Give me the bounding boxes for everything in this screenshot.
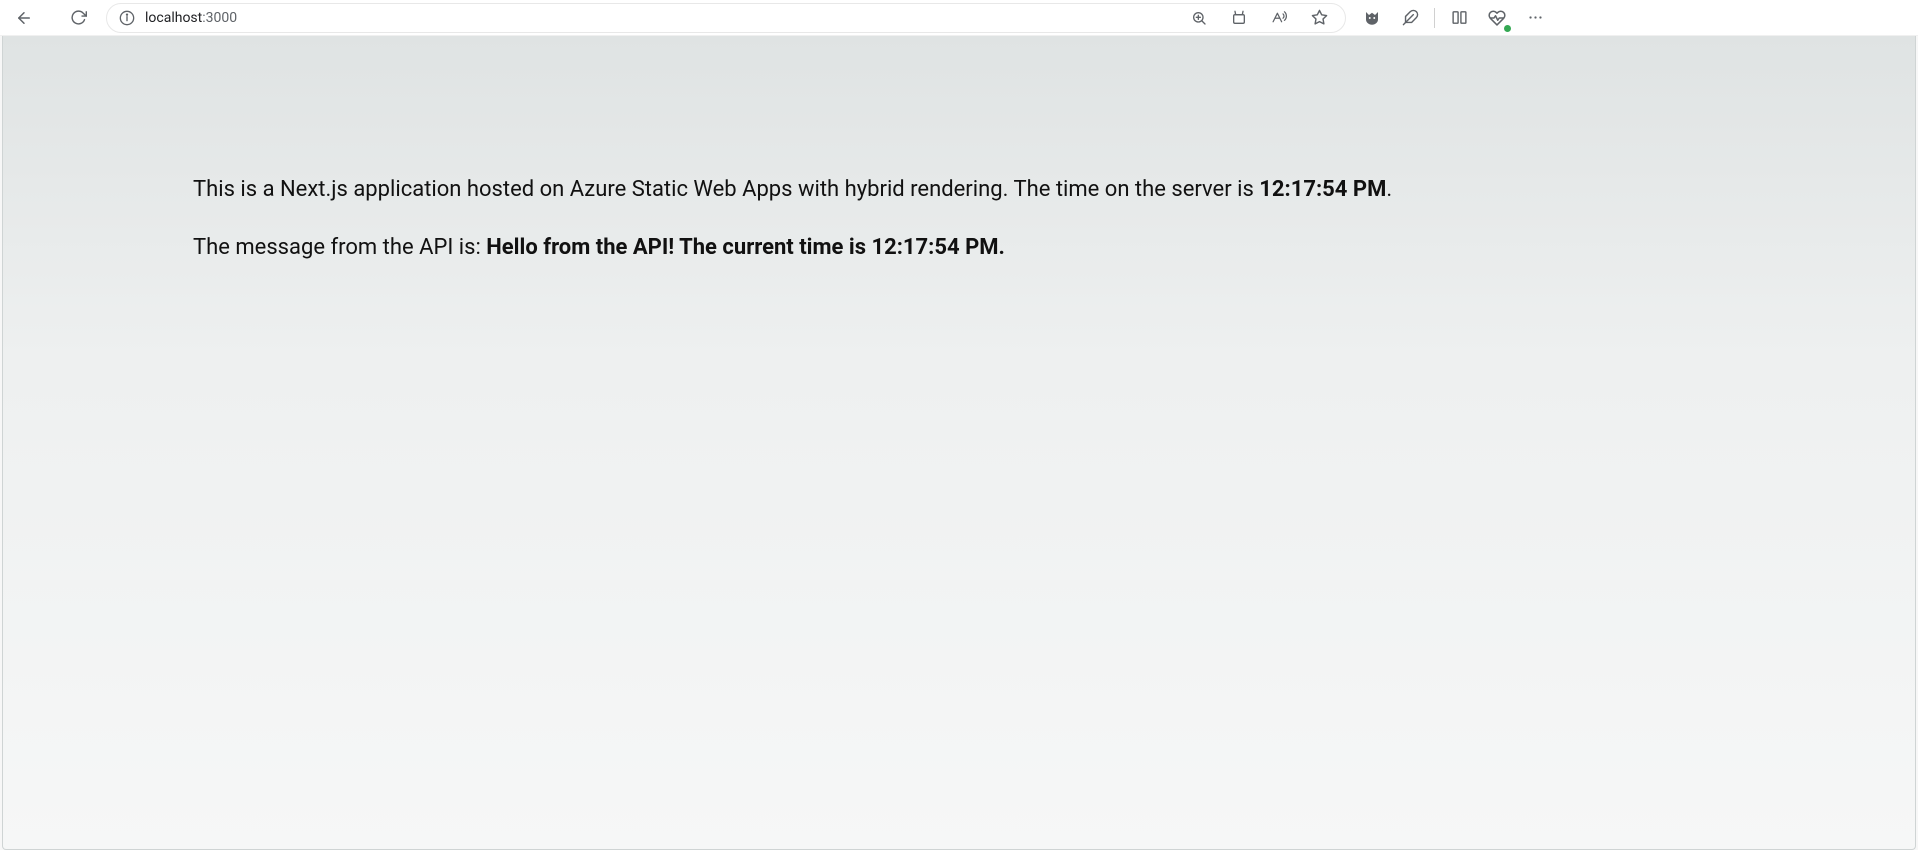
url-host: localhost (145, 10, 202, 26)
favorite-icon[interactable] (1305, 4, 1333, 32)
server-time-prefix: This is a Next.js application hosted on … (193, 177, 1259, 202)
read-aloud-icon[interactable] (1265, 4, 1293, 32)
site-info-icon[interactable] (119, 10, 135, 26)
server-time-paragraph: This is a Next.js application hosted on … (193, 174, 1725, 206)
browser-toolbar: localhost:3000 (0, 0, 1918, 36)
zoom-icon[interactable] (1185, 4, 1213, 32)
address-bar-actions (1185, 4, 1333, 32)
extension-cat-icon[interactable] (1358, 4, 1386, 32)
page-content: This is a Next.js application hosted on … (3, 36, 1915, 264)
health-icon[interactable] (1483, 4, 1511, 32)
back-button[interactable] (8, 2, 40, 34)
api-message-paragraph: The message from the API is: Hello from … (193, 232, 1725, 264)
server-time-value: 12:17:54 PM (1259, 177, 1386, 202)
extensions-icon[interactable] (1396, 4, 1424, 32)
address-bar[interactable]: localhost:3000 (106, 3, 1346, 33)
url-text: localhost:3000 (145, 10, 237, 26)
toolbar-divider (1434, 8, 1435, 28)
toolbar-right (1358, 4, 1557, 32)
page-viewport: This is a Next.js application hosted on … (2, 36, 1916, 850)
more-menu-icon[interactable] (1521, 4, 1549, 32)
url-port: :3000 (202, 10, 237, 26)
api-message-prefix: The message from the API is: (193, 235, 486, 260)
shopping-icon[interactable] (1225, 4, 1253, 32)
split-screen-icon[interactable] (1445, 4, 1473, 32)
refresh-button[interactable] (62, 2, 94, 34)
api-message-value: Hello from the API! The current time is … (486, 235, 1005, 260)
server-time-suffix: . (1386, 177, 1392, 202)
